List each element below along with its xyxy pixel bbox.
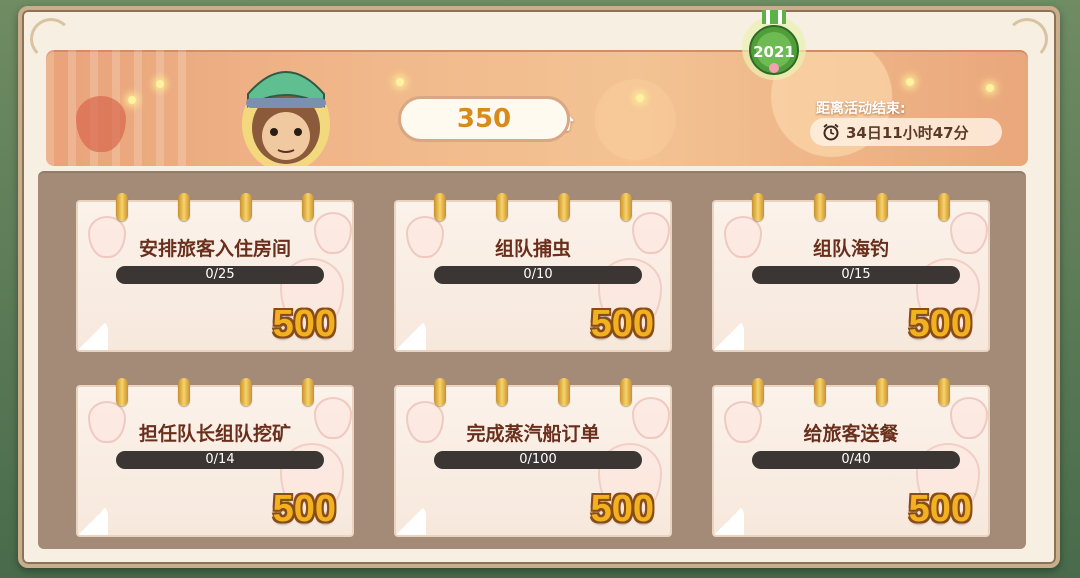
task-title: 给旅客送餐 (803, 423, 899, 445)
task-progress-bar: 0/100 (434, 451, 642, 469)
task-points: 500 (590, 303, 654, 345)
task-progress-bar: 0/25 (116, 266, 324, 284)
task-title: 安排旅客入住房间 (138, 238, 291, 260)
medal-year: 2021 (753, 43, 795, 61)
task-title: 组队海钓 (812, 238, 889, 260)
alarm-clock-icon (823, 123, 839, 141)
task-title: 担任队长组队挖矿 (138, 423, 291, 445)
task-points: 500 (590, 488, 654, 530)
task-title: 组队捕虫 (494, 238, 571, 260)
sparkle-icon (636, 94, 644, 102)
sparkle-icon (986, 84, 994, 92)
sparkle-icon (156, 80, 164, 88)
page-curl (714, 320, 744, 350)
task-title: 完成蒸汽船订单 (466, 423, 600, 445)
task-card[interactable]: 安排旅客入住房间 0/25 500 (76, 200, 354, 352)
task-card[interactable]: 给旅客送餐 0/40 500 (712, 385, 990, 537)
task-progress-bar: 0/40 (752, 451, 960, 469)
task-progress-bar: 0/10 (434, 266, 642, 284)
medal-icon: 2021 (742, 10, 806, 80)
countdown-timer: 34日11小时47分 (810, 118, 1002, 146)
page-curl (78, 320, 108, 350)
task-card[interactable]: 组队海钓 0/15 500 (712, 200, 990, 352)
sparkle-icon (128, 96, 136, 104)
task-points: 500 (908, 488, 972, 530)
task-card[interactable]: 完成蒸汽船订单 0/100 500 (394, 385, 672, 537)
task-progress-bar: 0/14 (116, 451, 324, 469)
sparkle-icon (906, 78, 914, 86)
sparkle-icon (396, 78, 404, 86)
timer-value: 34日11小时47分 (846, 123, 969, 142)
timer-label: 距离活动结束: (816, 101, 906, 117)
page-curl (396, 505, 426, 535)
task-points: 500 (272, 303, 336, 345)
task-points: 500 (908, 303, 972, 345)
task-card[interactable]: 担任队长组队挖矿 0/14 500 (76, 385, 354, 537)
score-value: 350 (398, 96, 570, 142)
page-curl (78, 505, 108, 535)
task-card[interactable]: 组队捕虫 0/10 500 (394, 200, 672, 352)
page-curl (714, 505, 744, 535)
task-board: 安排旅客入住房间 0/25 500 组队捕虫 0/10 500 组队海钓 0/1… (38, 171, 1026, 549)
task-points: 500 (272, 488, 336, 530)
monkey-character-avatar (242, 71, 330, 166)
task-progress-bar: 0/15 (752, 266, 960, 284)
page-curl (396, 320, 426, 350)
